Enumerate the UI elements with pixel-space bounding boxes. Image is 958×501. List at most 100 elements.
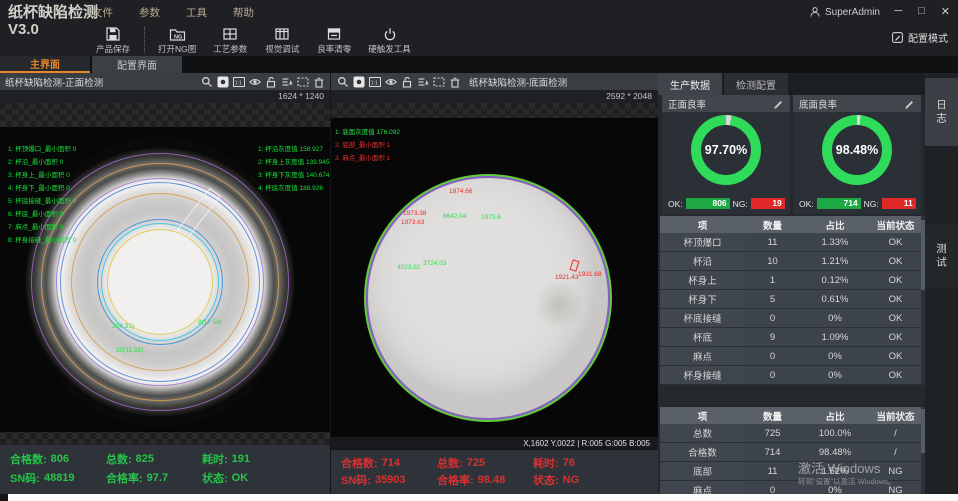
toolbar-label: 产品保存 <box>96 43 130 55</box>
menu-file[interactable]: 文件 <box>92 5 113 20</box>
table-row[interactable]: 杯沿101.21%OK <box>660 252 921 271</box>
trash-icon[interactable] <box>448 75 461 88</box>
eye-icon[interactable] <box>384 75 397 88</box>
table-row[interactable]: 麻点00%OK <box>660 347 921 366</box>
side-tab-test[interactable]: 测试 <box>925 225 958 287</box>
front-view-canvas[interactable]: 204.31) 8(17.58) 20(11.92) 1: 杯顶爆口_最小面积 … <box>0 103 330 445</box>
fit-view-icon[interactable] <box>352 75 365 88</box>
toolbar-label: 打开NG图 <box>158 43 196 55</box>
status-value: 98.48 <box>478 474 506 486</box>
tab-detection-config[interactable]: 检测配置 <box>724 73 788 95</box>
status-value: NG <box>563 474 580 486</box>
side-tab-log[interactable]: 日志 <box>925 78 958 146</box>
ok-label: OK: <box>668 199 683 209</box>
table-row[interactable]: 杯身上10.12%OK <box>660 271 921 290</box>
bottom-view-header: 1:1 纸杯缺陷检测-底面检测 <box>331 73 658 90</box>
front-gray-list: 1: 杯沿灰度值 158.927 2: 杯身上灰度值 139.945 3: 杯身… <box>258 143 330 195</box>
open-ng-image-button[interactable]: NG 打开NG图 <box>155 24 199 57</box>
data-panel-tabs: 生产数据 检测配置 <box>658 73 925 95</box>
edit-pencil-icon[interactable] <box>773 98 784 109</box>
unlock-icon[interactable] <box>400 75 413 88</box>
ok-label: OK: <box>799 199 814 209</box>
config-mode-icon <box>891 31 904 44</box>
minimize-button[interactable]: ─ <box>894 5 902 18</box>
menu-tools[interactable]: 工具 <box>186 5 207 20</box>
tab-config[interactable]: 配置界面 <box>92 56 182 73</box>
table-row[interactable]: 杯身下50.61%OK <box>660 290 921 309</box>
status-label: 合格率: <box>437 472 474 488</box>
defect-marker: 8642.04 <box>443 213 467 220</box>
one-to-one-icon[interactable]: 1:1 <box>368 75 381 88</box>
zoom-icon[interactable] <box>336 75 349 88</box>
vision-debug-button[interactable]: 视觉调试 <box>261 24 303 57</box>
tab-main[interactable]: 主界面 <box>0 56 90 73</box>
col-item: 项 <box>660 407 745 424</box>
folder-ng-icon: NG <box>169 26 186 42</box>
front-view-resolution: 1624 * 1240 <box>0 90 330 103</box>
bottom-info-list: 1: 底面灰度值 176.092 2: 底部_最小面积 1 3: 麻点_最小面积… <box>335 126 400 165</box>
bottom-view-canvas[interactable]: 1974.66 8642.04 1973.38 1973.63 1973.6 4… <box>331 103 658 450</box>
annotation-line: 7: 麻点_最小面积 0 <box>8 221 76 234</box>
maximize-button[interactable]: □ <box>918 5 925 18</box>
roi-icon[interactable] <box>432 75 445 88</box>
yield-reset-button[interactable]: 良率清零 <box>313 24 355 57</box>
menu-help[interactable]: 帮助 <box>233 5 254 20</box>
table-row[interactable]: 杯底91.09%OK <box>660 328 921 347</box>
col-ratio: 占比 <box>800 407 870 424</box>
status-label: 合格数: <box>10 451 47 467</box>
close-button[interactable]: ✕ <box>941 5 950 18</box>
bottom-yield-value: 98.48% <box>832 125 882 175</box>
main-tab-bar: 主界面 配置界面 <box>0 56 958 73</box>
table-row[interactable]: 杯顶爆口111.33%OK <box>660 233 921 252</box>
table-row[interactable]: 合格数71498.48%/ <box>660 443 921 462</box>
process-params-button[interactable]: 工艺参数 <box>209 24 251 57</box>
annotation-line: 1: 杯顶爆口_最小面积 0 <box>8 143 76 156</box>
sort-icon[interactable] <box>280 75 293 88</box>
windows-watermark-line2: 转到“设置”以激活 Windows。 <box>798 476 896 487</box>
svg-text:1:1: 1:1 <box>370 80 377 86</box>
edit-pencil-icon[interactable] <box>904 98 915 109</box>
table-row[interactable]: 杯身接缝00%OK <box>660 366 921 385</box>
defect-marker: 1973.6 <box>481 214 501 221</box>
annotation-line: 2: 杯身上灰度值 139.945 <box>258 156 330 169</box>
tab-production-data[interactable]: 生产数据 <box>658 73 722 95</box>
eye-icon[interactable] <box>248 75 261 88</box>
windows-watermark-line1: 激活 Windows <box>798 458 880 477</box>
status-label: 总数: <box>106 451 132 467</box>
defect-marker: 1973.63 <box>401 219 425 226</box>
table-row[interactable]: 总数725100.0%/ <box>660 424 921 443</box>
status-label: 状态: <box>533 472 559 488</box>
user-name: SuperAdmin <box>825 7 880 18</box>
table-row[interactable]: 杯底接缝00%OK <box>660 309 921 328</box>
trash-icon[interactable] <box>312 75 325 88</box>
one-to-one-icon[interactable]: 1:1 <box>232 75 245 88</box>
sort-icon[interactable] <box>416 75 429 88</box>
status-label: 耗时: <box>202 451 228 467</box>
bottom-yield-title: 底面良率 <box>799 97 837 111</box>
bottom-status-bar: 合格数:714 总数:725 耗时:76 SN码:35903 合格率:98.48… <box>331 450 658 494</box>
hard-trigger-button[interactable]: 硬触发工具 <box>365 24 414 57</box>
roi-icon[interactable] <box>296 75 309 88</box>
front-yield-donut: 97.70% <box>691 115 761 185</box>
annotation-line: 3: 麻点_最小面积 1 <box>335 152 400 165</box>
front-status-bar: 合格数:806 总数:825 耗时:191 SN码:48819 合格率:97.7… <box>0 445 330 494</box>
save-product-button[interactable]: 产品保存 <box>92 24 134 57</box>
fit-view-icon[interactable] <box>216 75 229 88</box>
ng-label: NG: <box>864 199 879 209</box>
defect-marker: 1931.68 <box>578 271 602 278</box>
annotation-line: 8: 杯身接缝_最小面积 0 <box>8 234 76 247</box>
user-box[interactable]: SuperAdmin <box>809 6 880 18</box>
window-controls: ─ □ ✕ <box>894 5 950 18</box>
toolbar-label: 工艺参数 <box>213 43 247 55</box>
toolbar-label: 良率清零 <box>317 43 351 55</box>
measure-label: 204.31) <box>112 323 134 330</box>
annotation-line: 2: 杯沿_最小面积 0 <box>8 156 76 169</box>
defect-marker: 1921.43 <box>555 274 579 281</box>
menu-params[interactable]: 参数 <box>139 5 160 20</box>
bottom-view-title: 纸杯缺陷检测-底面检测 <box>469 75 653 89</box>
unlock-icon[interactable] <box>264 75 277 88</box>
config-mode-button[interactable]: 配置模式 <box>891 30 948 45</box>
status-value: 725 <box>467 457 485 469</box>
front-yield-value: 97.70% <box>701 125 751 175</box>
zoom-icon[interactable] <box>200 75 213 88</box>
